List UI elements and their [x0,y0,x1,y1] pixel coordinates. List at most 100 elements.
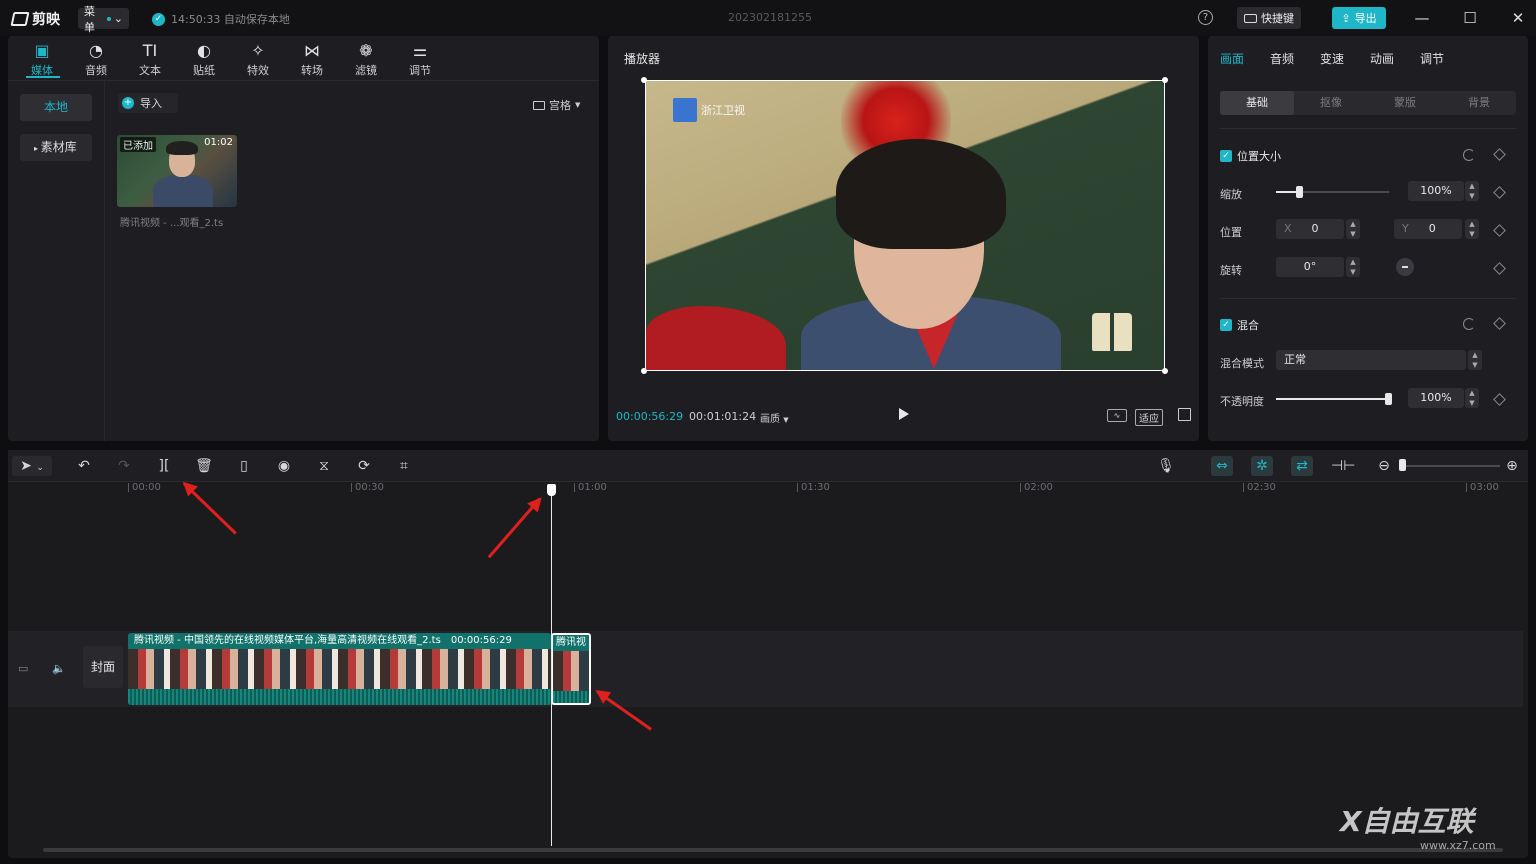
play-icon[interactable] [899,408,909,420]
cover-button[interactable]: 封面 [83,646,123,688]
property-tab[interactable]: 画面 [1220,50,1244,67]
keyframe-icon[interactable] [1493,186,1506,199]
fullscreen-icon[interactable] [1178,408,1191,421]
zoom-slider-knob[interactable] [1399,459,1406,471]
rotate-stepper[interactable]: ▲ ▼ [1346,257,1360,277]
blend-mode-select[interactable]: 正常 [1276,350,1466,370]
freeze-frame-icon[interactable]: ▯ [233,456,255,476]
rotation-dial[interactable] [1396,258,1414,276]
maximize-icon[interactable]: ☐ [1460,8,1480,28]
tab-audio[interactable]: ◔ 音频 [76,40,116,78]
opacity-slider-knob[interactable] [1385,393,1392,405]
redo-icon[interactable]: ↷ [113,456,135,476]
help-icon[interactable]: ? [1198,10,1213,25]
keyframe-icon[interactable] [1493,317,1506,330]
speaker-icon[interactable]: 🔈 [52,662,66,675]
view-mode-button[interactable]: 宫格 ▼ [533,97,580,113]
tab-sticker[interactable]: ◐ 贴纸 [184,40,224,78]
scale-slider-knob[interactable] [1295,186,1303,198]
tab-media[interactable]: ▣ 媒体 [22,40,62,78]
tab-transition[interactable]: ⋈ 转场 [292,40,332,78]
resize-handle-tr[interactable] [1162,77,1168,83]
keyframe-icon[interactable] [1493,224,1506,237]
timeline-clip[interactable]: 腾讯视频 - 中国领先的在线视频媒体平台,海量高清视频在线观看_2.ts 00:0… [128,633,551,705]
playhead-line[interactable] [551,490,552,846]
blend-section[interactable]: ✓ 混合 [1220,317,1259,333]
main-track-magnet-icon[interactable]: ⇔ [1211,456,1233,476]
resize-handle-tl[interactable] [641,77,647,83]
delete-icon[interactable]: 🗑 [193,456,215,476]
crop-icon[interactable]: ⌗ [393,456,415,476]
keyframe-icon[interactable] [1493,262,1506,275]
track-lock-icon[interactable]: ▭ [18,662,28,675]
keyframe-icon[interactable] [1493,148,1506,161]
zoom-slider[interactable] [1400,465,1500,467]
property-tab[interactable]: 调节 [1420,50,1444,67]
menu-button[interactable]: 菜单 ⌄ [78,5,129,34]
zoom-out-icon[interactable]: ⊖ [1373,456,1395,476]
property-subtab[interactable]: 抠像 [1294,91,1368,115]
auto-snap-icon[interactable]: ✲ [1251,456,1273,476]
media-clip-thumbnail[interactable]: 已添加 01:02 [117,135,237,207]
position-x-stepper[interactable]: ▲ ▼ [1346,219,1360,239]
sidebar-item-local[interactable]: 本地 [20,94,92,121]
resize-handle-br[interactable] [1162,368,1168,374]
opacity-stepper[interactable]: ▲ ▼ [1465,388,1479,408]
property-tab[interactable]: 变速 [1320,50,1344,67]
rotate-icon[interactable]: ⟳ [353,456,375,476]
checkbox-checked-icon[interactable]: ✓ [1220,150,1232,162]
close-icon[interactable]: ✕ [1508,8,1528,28]
keyframe-icon[interactable] [1493,393,1506,406]
clip-title: 腾讯视频 - 中国领先的在线视频媒体平台,海量高清视频在线观看_2.ts [134,635,441,646]
property-subtab[interactable]: 背景 [1442,91,1516,115]
property-tab[interactable]: 动画 [1370,50,1394,67]
ruler-tick-label: 02:30 [1247,482,1276,493]
reset-icon[interactable] [1463,318,1475,330]
export-button[interactable]: ⇪ 导出 [1332,7,1386,29]
property-subtab[interactable]: 基础 [1220,91,1294,115]
tab-text[interactable]: TI 文本 [130,40,170,78]
split-icon[interactable]: ][ [153,456,175,476]
fit-ratio-button[interactable]: 适应 [1135,409,1163,426]
timeline-ruler[interactable]: 00:00 00:30 01:00 01:30 02:00 02:30 03:00 [8,482,1528,496]
position-size-section[interactable]: ✓ 位置大小 [1220,148,1281,164]
tab-filter[interactable]: ❁ 滤镜 [346,40,386,78]
minimize-icon[interactable]: — [1412,8,1432,28]
position-y-stepper[interactable]: ▲ ▼ [1465,219,1479,239]
shortcut-button[interactable]: 快捷键 [1237,7,1301,29]
tab-adjust[interactable]: ⚌ 调节 [400,40,440,78]
preview-axis-icon[interactable]: ⊣⊢ [1331,456,1355,476]
property-tab[interactable]: 音频 [1270,50,1294,67]
microphone-icon[interactable]: 🎙 [1155,456,1177,476]
checkbox-checked-icon[interactable]: ✓ [1220,319,1232,331]
position-x-input[interactable]: X0 [1276,219,1344,239]
scale-input[interactable]: 100% [1408,181,1464,201]
project-name: 202302181255 [728,11,812,24]
reset-icon[interactable] [1463,149,1475,161]
zoom-in-icon[interactable]: ⊕ [1501,456,1523,476]
reverse-play-icon[interactable]: ◉ [273,456,295,476]
resize-handle-bl[interactable] [641,368,647,374]
filter-icon: ❁ [359,41,373,60]
scale-stepper[interactable]: ▲ ▼ [1465,181,1479,201]
sidebar-item-library[interactable]: ▸ 素材库 [20,134,92,161]
property-subtab[interactable]: 蒙版 [1368,91,1442,115]
timeline-clip-split[interactable]: 腾讯视 [551,633,591,705]
select-tool-button[interactable]: ➤ ⌄ [12,456,52,476]
playhead-handle[interactable] [547,484,556,496]
clip-audio-waveform [553,691,589,703]
import-button[interactable]: + 导入 [118,93,178,113]
undo-icon[interactable]: ↶ [73,456,95,476]
video-preview[interactable]: 浙江卫视 [645,80,1165,371]
waveform-icon[interactable]: ∿ [1107,409,1127,422]
timeline-scrollbar[interactable] [43,848,1503,852]
opacity-input[interactable]: 100% [1408,388,1464,408]
quality-dropdown[interactable]: 画质 ▼ [760,410,789,425]
linkage-icon[interactable]: ⇄ [1291,456,1313,476]
position-y-input[interactable]: Y0 [1394,219,1462,239]
rotate-input[interactable]: 0° [1276,257,1344,277]
mirror-icon[interactable]: ⧖ [313,456,335,476]
media-icon: ▣ [34,41,50,60]
blend-mode-stepper[interactable]: ▲ ▼ [1468,350,1482,370]
tab-effects[interactable]: ✧ 特效 [238,40,278,78]
